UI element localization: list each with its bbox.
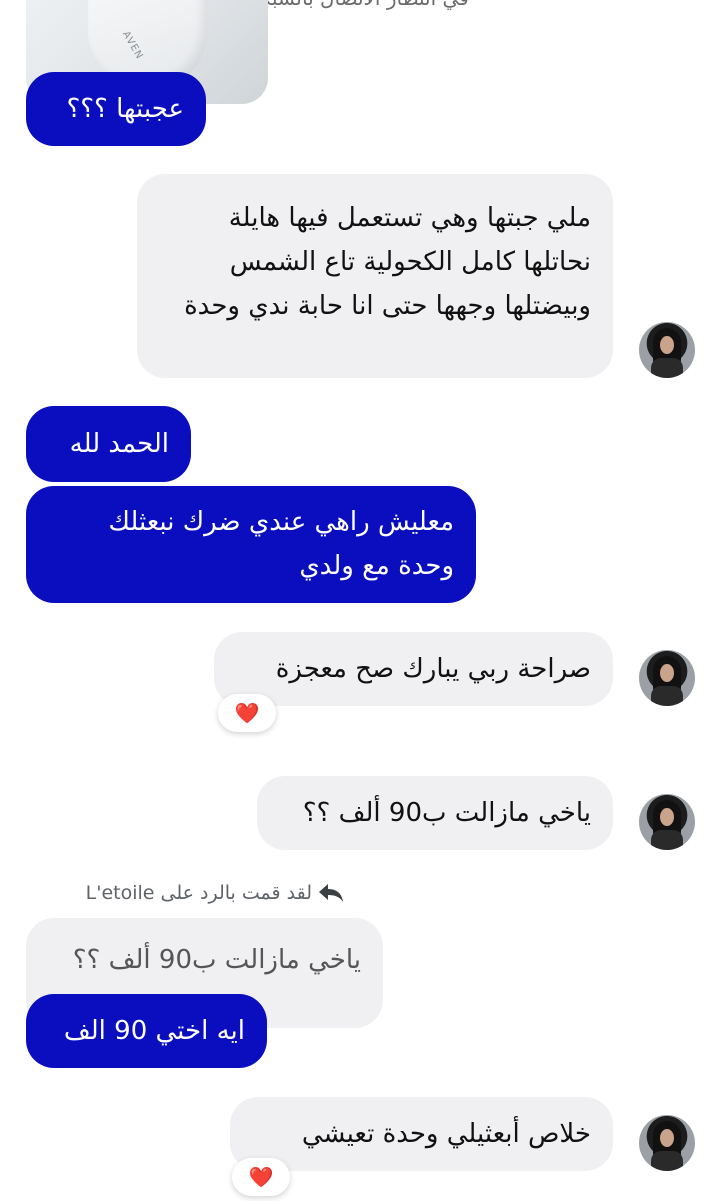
message-incoming[interactable]: صراحة ربي يبارك صح معجزة	[214, 632, 613, 706]
message-text: ايه اختي 90 الف	[63, 1016, 245, 1046]
quoted-text: ياخي مازالت ب90 ألف ؟؟	[72, 945, 361, 975]
heart-icon[interactable]: ❤️	[232, 1158, 290, 1196]
message-text: ياخي مازالت ب90 ألف ؟؟	[302, 798, 591, 828]
message-incoming[interactable]: ملي جبتها وهي تستعمل فيها هايلة نحاتلها …	[137, 174, 613, 378]
contact-avatar[interactable]	[639, 1115, 695, 1171]
reply-note: لقد قمت بالرد على L'etoile	[54, 882, 344, 904]
contact-avatar[interactable]	[639, 322, 695, 378]
message-outgoing[interactable]: معليش راهي عندي ضرك نبعثلك وحدة مع ولدي	[26, 486, 476, 603]
message-text: عجبتها ؟؟؟	[66, 94, 184, 124]
message-outgoing[interactable]: الحمد لله	[26, 406, 191, 482]
message-outgoing[interactable]: عجبتها ؟؟؟	[26, 72, 206, 146]
contact-avatar[interactable]	[639, 794, 695, 850]
message-text: خلاص أبعثيلي وحدة تعيشي	[301, 1119, 591, 1149]
contact-avatar[interactable]	[639, 650, 695, 706]
message-text: صراحة ربي يبارك صح معجزة	[275, 654, 591, 684]
reaction-emoji: ❤️	[248, 1165, 274, 1189]
message-text: الحمد لله	[69, 429, 169, 459]
reply-arrow-icon	[319, 884, 343, 902]
message-incoming[interactable]: خلاص أبعثيلي وحدة تعيشي	[230, 1097, 613, 1171]
message-text: ملي جبتها وهي تستعمل فيها هايلة نحاتلها …	[184, 203, 591, 321]
reaction-emoji: ❤️	[234, 701, 260, 725]
message-incoming[interactable]: ياخي مازالت ب90 ألف ؟؟	[257, 776, 613, 850]
reply-note-text: لقد قمت بالرد على L'etoile	[85, 882, 312, 904]
heart-icon[interactable]: ❤️	[218, 694, 276, 732]
message-text: معليش راهي عندي ضرك نبعثلك وحدة مع ولدي	[108, 507, 455, 581]
message-outgoing[interactable]: ايه اختي 90 الف	[26, 994, 267, 1068]
